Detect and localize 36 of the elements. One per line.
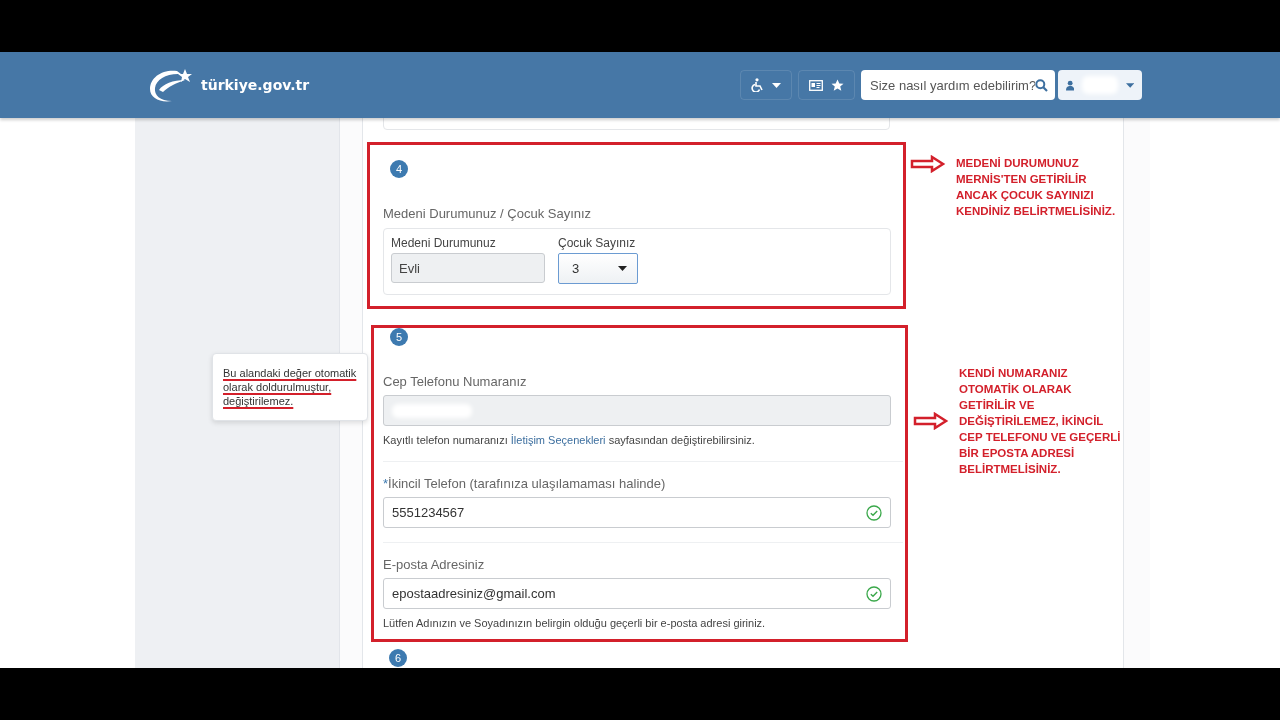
site-logo[interactable]: türkiye.gov.tr <box>201 77 310 93</box>
help-text: Lütfen Adınızın ve Soyadınızın belirgin olduğu geçerli bir e-posta adresi giriniz. <box>383 617 767 630</box>
annotation-text: KENDİ NUMARANIZ OTOMATİK OLARAK GETİRİLİR VE DEĞİŞTİRİLEMEZ, İKİNCİL CEP TELEFONU VE GEÇERLİ BİR EPOSTA ADRESİ BELİRTMELİSİNİZ. <box>959 366 1121 477</box>
wheelchair-icon <box>751 78 764 92</box>
step-number: 4 <box>390 160 408 178</box>
field-label: *İkincil Telefon (tarafınıza ulaşılamaması halinde) <box>383 476 667 492</box>
star-icon <box>831 78 844 92</box>
search-icon <box>1035 78 1048 92</box>
search-field[interactable]: Size nasıl yardım edebilirim? <box>861 70 1055 100</box>
field-label: Çocuk Sayınız <box>558 236 637 250</box>
annotation-text: MEDENİ DURUMUNUZ MERNİS'TEN GETİRİLİR ANCAK ÇOCUK SAYINIZI KENDİNİZ BELİRTMELİSİNİZ. <box>956 156 1116 219</box>
child-count-select[interactable]: 3 <box>558 253 638 284</box>
field-value: 5551234567 <box>392 505 465 520</box>
text-field[interactable]: epostaadresiniz@gmail.com <box>383 578 891 609</box>
text-field[interactable]: 5551234567 <box>383 497 891 528</box>
field-label: E-posta Adresiniz <box>383 557 486 573</box>
section-title: Medeni Durumunuz / Çocuk Sayınız <box>383 206 593 222</box>
step-number: 6 <box>389 649 407 667</box>
contact-options-link[interactable]: İletişim Seçenekleri <box>510 434 606 446</box>
id-card-icon <box>809 79 823 91</box>
tooltip-text: Bu alandaki değer otomatik olarak doldurulmuştur, değiştirilemez. <box>212 353 368 421</box>
user-menu[interactable] <box>1058 70 1142 100</box>
caret-icon <box>618 266 627 271</box>
user-icon <box>1066 79 1075 91</box>
marital-status-field: Evli <box>391 253 545 283</box>
caret-icon <box>772 82 781 88</box>
arrow-icon <box>910 155 946 173</box>
field-value: epostaadresiniz@gmail.com <box>392 586 556 601</box>
field-label: Medeni Durumunuz <box>391 236 497 250</box>
cards-favorites[interactable] <box>798 70 855 100</box>
accessibility-menu[interactable] <box>740 70 792 100</box>
help-text: Kayıtlı telefon numaranızı İletişim Seçenekleri sayfasından değiştirebilirsiniz. <box>383 434 756 447</box>
arrow-icon <box>913 412 949 430</box>
step-number: 5 <box>390 328 408 346</box>
field-label: Cep Telefonu Numaranız <box>383 374 528 390</box>
caret-icon <box>1125 82 1134 88</box>
